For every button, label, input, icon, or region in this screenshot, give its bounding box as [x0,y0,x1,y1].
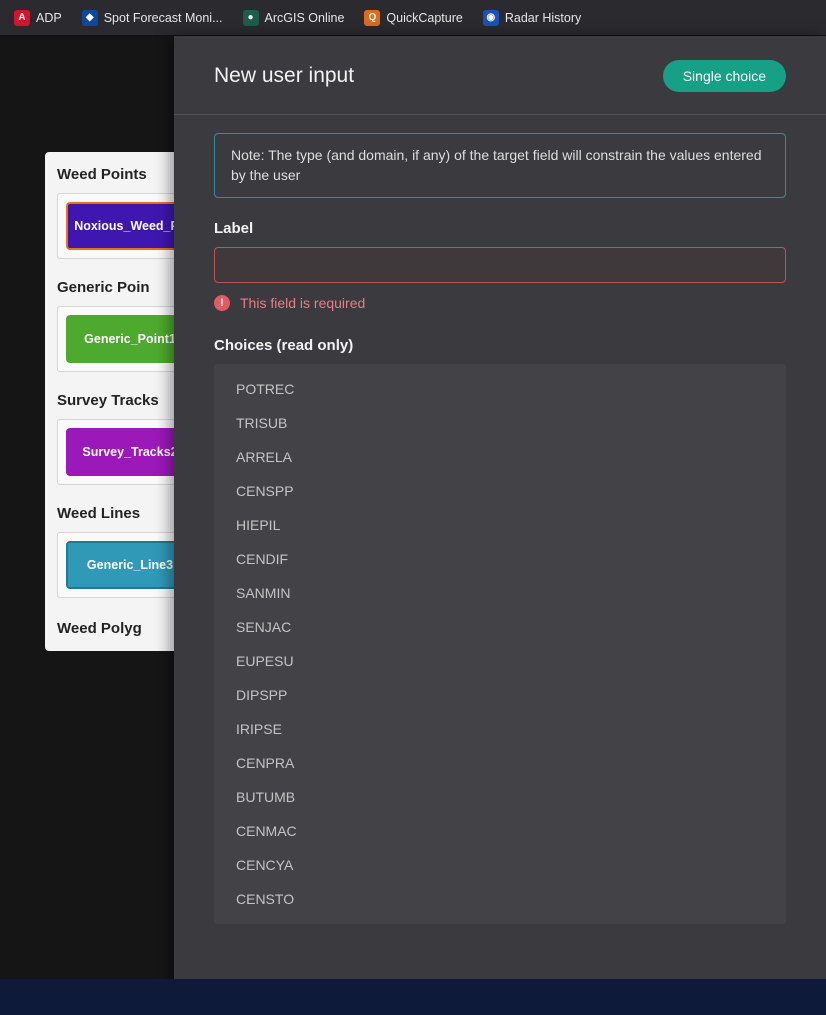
choice-item: CENCYA [214,848,786,882]
bookmark-label: QuickCapture [386,11,462,25]
choice-item: CENDIF [214,542,786,576]
bookmarks-bar: A ADP ◆ Spot Forecast Moni... ● ArcGIS Online… [0,0,826,36]
info-notice: Note: The type (and domain, if any) of t… [214,133,786,198]
bookmark-icon: Q [364,10,380,26]
error-text: This field is required [240,295,365,311]
footer-bar [0,979,826,1015]
choice-item: CENSPP [214,474,786,508]
panel-body: Note: The type (and domain, if any) of t… [174,115,826,1015]
validation-error: ! This field is required [214,295,786,311]
label-heading: Label [214,220,786,237]
bookmark-label: ADP [36,11,62,25]
content-area: Weed PointsNoxious_Weed_P0Generic PoinGe… [0,36,826,1015]
alert-icon: ! [214,295,230,311]
choice-item: EUPESU [214,644,786,678]
user-input-panel: New user input Single choice Note: The t… [174,36,826,1015]
bookmark-item[interactable]: Q QuickCapture [356,6,470,30]
bookmark-icon: A [14,10,30,26]
bookmark-item[interactable]: ● ArcGIS Online [235,6,353,30]
choice-item: POTREC [214,372,786,406]
choices-heading: Choices (read only) [214,337,786,354]
bookmark-item[interactable]: A ADP [6,6,70,30]
bookmark-item[interactable]: ◆ Spot Forecast Moni... [74,6,231,30]
choice-item: SANMIN [214,576,786,610]
choice-item: CENPRA [214,746,786,780]
choice-item: DIPSPP [214,678,786,712]
label-input[interactable] [214,247,786,283]
choice-item: CENMAC [214,814,786,848]
bookmark-label: Radar History [505,11,581,25]
choice-item: CENSTO [214,882,786,916]
choice-item: SENJAC [214,610,786,644]
choice-item: TRISUB [214,406,786,440]
panel-header: New user input Single choice [174,36,826,115]
bookmark-icon: ● [243,10,259,26]
bookmark-label: ArcGIS Online [265,11,345,25]
choices-list: POTRECTRISUBARRELACENSPPHIEPILCENDIFSANM… [214,364,786,924]
choice-item: IRIPSE [214,712,786,746]
bookmark-icon: ◉ [483,10,499,26]
choice-item: BUTUMB [214,780,786,814]
bookmark-label: Spot Forecast Moni... [104,11,223,25]
panel-title: New user input [214,64,354,88]
single-choice-chip[interactable]: Single choice [663,60,786,92]
choice-item: ARRELA [214,440,786,474]
bookmark-item[interactable]: ◉ Radar History [475,6,589,30]
bookmark-icon: ◆ [82,10,98,26]
choice-item: HIEPIL [214,508,786,542]
